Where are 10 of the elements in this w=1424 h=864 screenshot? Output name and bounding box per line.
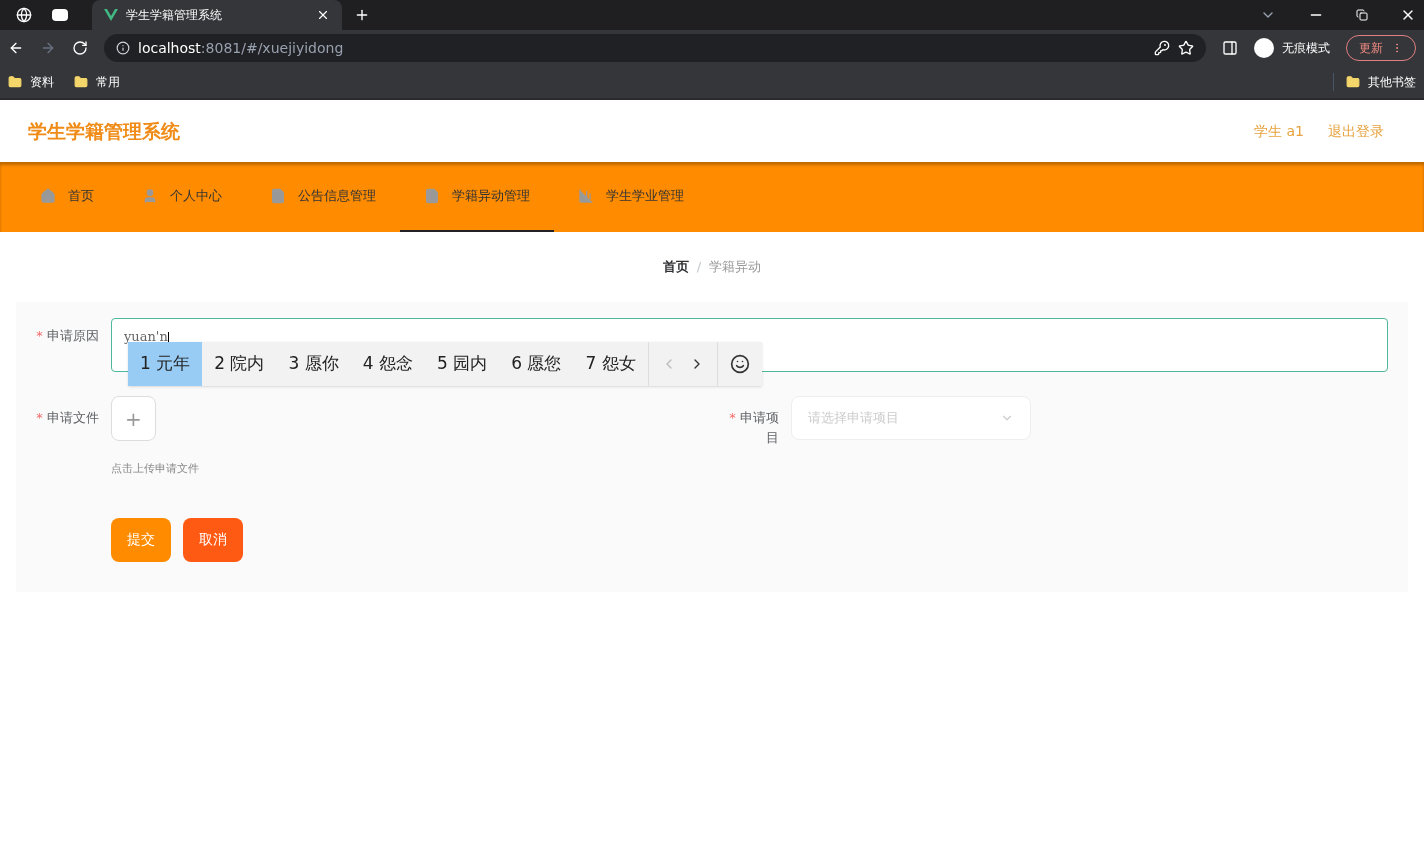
breadcrumb-current: 学籍异动 (709, 258, 762, 277)
upload-hint: 点击上传申请文件 (111, 461, 199, 477)
user-name: 学生 a1 (1254, 121, 1304, 141)
system-title: 学生学籍管理系统 (28, 118, 180, 144)
field-label: * 申请项目 (728, 409, 780, 447)
field-label: * 申请文件 (35, 409, 100, 427)
field-label: * 申请原因 (35, 327, 100, 345)
url-text: localhost:8081/#/xuejiyidong (138, 38, 344, 58)
breadcrumb-separator: / (696, 258, 702, 277)
tab-title: 学生学籍管理系统 (126, 7, 223, 24)
